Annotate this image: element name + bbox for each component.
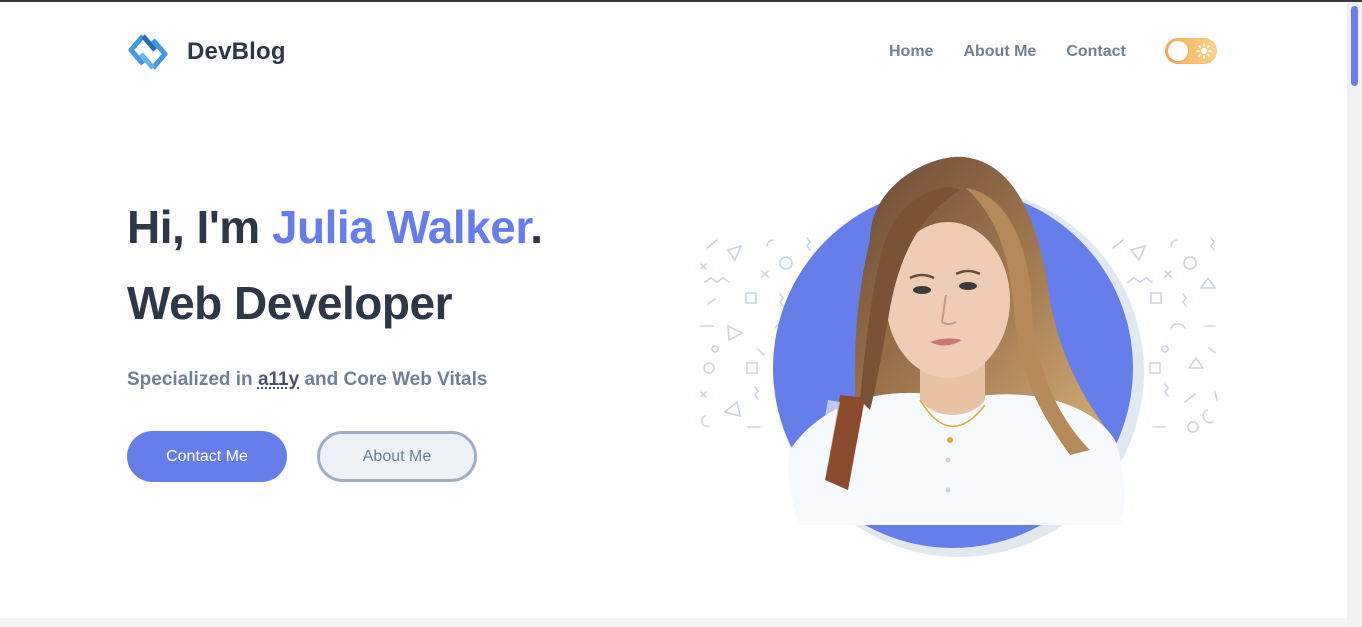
vertical-scrollbar[interactable] — [1347, 2, 1362, 627]
toggle-knob — [1168, 41, 1188, 61]
main-nav: Home About Me Contact — [889, 40, 1126, 64]
portrait-illustration — [773, 156, 1144, 557]
nav-link-home[interactable]: Home — [889, 43, 933, 61]
scrollbar-thumb[interactable] — [1351, 6, 1358, 86]
hero-role: Web Developer — [127, 277, 452, 329]
hero-subtitle: Specialized in a11y and Core Web Vitals — [127, 369, 487, 391]
nav-link-about-me[interactable]: About Me — [963, 43, 1036, 61]
about-me-button[interactable]: About Me — [317, 431, 477, 482]
greeting-text: Hi, I'm — [127, 201, 272, 253]
a11y-abbr[interactable]: a11y — [258, 369, 299, 390]
devblog-logo-icon — [128, 34, 168, 70]
subtitle-suffix: and Core Web Vitals — [299, 369, 488, 390]
subtitle-prefix: Specialized in — [127, 369, 258, 390]
site-logo[interactable]: DevBlog — [127, 30, 286, 74]
sun-icon — [1196, 43, 1212, 59]
greeting-punct: . — [530, 201, 543, 253]
contact-me-button[interactable]: Contact Me — [127, 431, 287, 482]
logo-text: DevBlog — [187, 38, 286, 65]
hero-greeting: Hi, I'm Julia Walker. — [127, 200, 543, 254]
theme-toggle[interactable] — [1165, 38, 1217, 64]
next-section-edge — [0, 618, 1347, 627]
hero-name: Julia Walker — [271, 201, 531, 253]
nav-link-contact[interactable]: Contact — [1066, 43, 1126, 61]
